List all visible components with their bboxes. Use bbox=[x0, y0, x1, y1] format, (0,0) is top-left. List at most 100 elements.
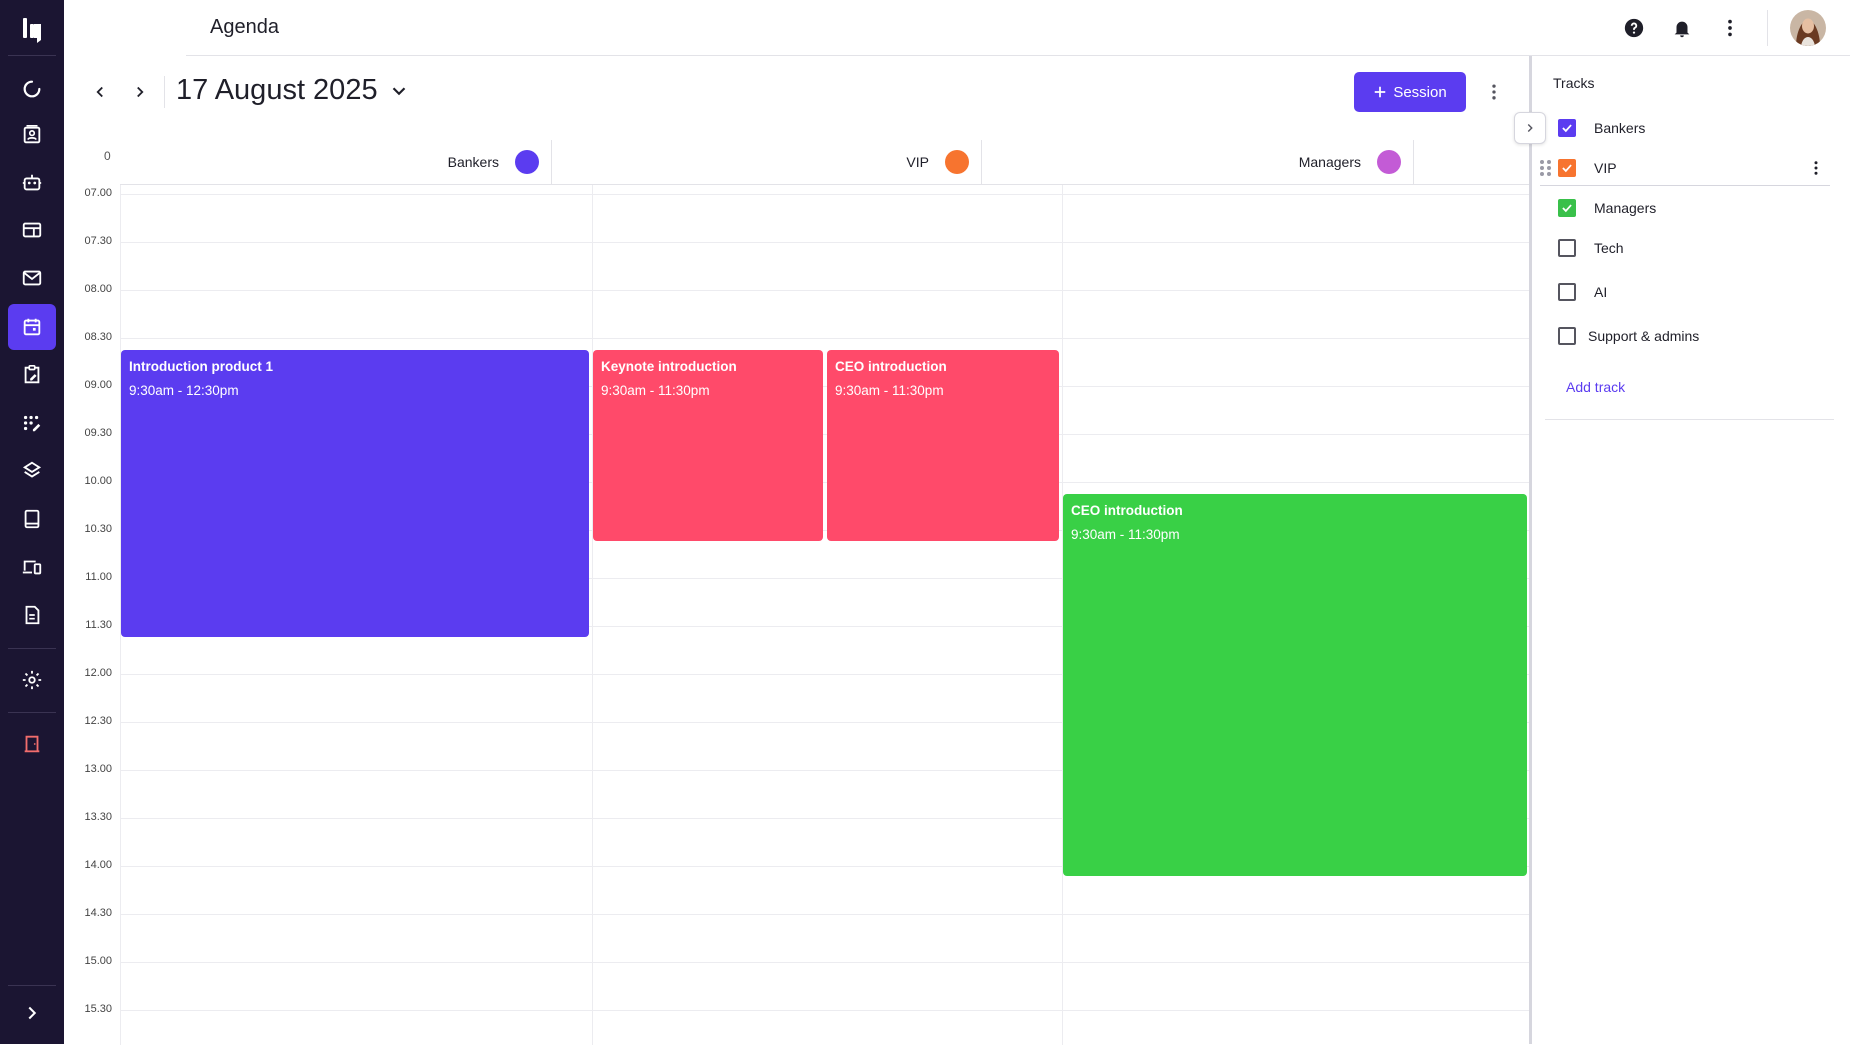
nav-item-calendar[interactable] bbox=[8, 304, 56, 350]
chevron-right-icon bbox=[28, 1006, 37, 1020]
nav-item-layers[interactable] bbox=[8, 448, 56, 494]
layers-icon bbox=[22, 461, 42, 478]
agenda-more-button[interactable] bbox=[1480, 78, 1508, 106]
nav-item-refresh[interactable] bbox=[8, 66, 56, 112]
nav-item-tablet[interactable] bbox=[8, 496, 56, 542]
track-item-managers[interactable]: Managers bbox=[1540, 190, 1830, 226]
track-item-vip[interactable]: VIP bbox=[1540, 150, 1830, 186]
sidebar-nav bbox=[0, 0, 64, 1044]
bell-icon bbox=[1674, 21, 1690, 38]
chevron-right-icon bbox=[1527, 124, 1533, 132]
time-label: 12.30 bbox=[84, 715, 112, 727]
nav-item-settings[interactable] bbox=[8, 657, 56, 703]
track-color-dot bbox=[515, 150, 539, 174]
notifications-button[interactable] bbox=[1668, 14, 1696, 42]
column-header-label: Managers bbox=[1298, 154, 1361, 170]
page-title: Agenda bbox=[210, 16, 279, 38]
event-block[interactable]: Keynote introduction 9:30am - 11:30pm bbox=[593, 350, 823, 541]
nav-item-devices[interactable] bbox=[8, 544, 56, 590]
track-more-button[interactable] bbox=[1804, 156, 1828, 180]
column-header-label: Bankers bbox=[447, 154, 499, 170]
track-label: VIP bbox=[1594, 159, 1617, 176]
zero-label: 0 bbox=[104, 149, 111, 163]
check-icon bbox=[1562, 204, 1572, 213]
track-item-tech[interactable]: Tech bbox=[1540, 230, 1830, 266]
app-logo[interactable] bbox=[16, 12, 48, 46]
help-button[interactable] bbox=[1620, 14, 1648, 42]
track-item-support-admins[interactable]: Support & admins bbox=[1540, 318, 1830, 354]
column-header-vip: VIP bbox=[552, 140, 982, 184]
calendar-icon bbox=[23, 318, 41, 336]
tracks-heading: Tracks bbox=[1553, 75, 1595, 91]
track-label: Support & admins bbox=[1588, 328, 1700, 344]
time-slot-line bbox=[120, 338, 1530, 339]
next-day-button[interactable] bbox=[126, 78, 154, 106]
help-icon bbox=[1624, 18, 1644, 38]
nav-item-document[interactable] bbox=[8, 592, 56, 638]
time-label: 13.00 bbox=[84, 763, 112, 775]
event-title: Keynote introduction bbox=[601, 359, 737, 374]
nav-item-robot[interactable] bbox=[8, 160, 56, 206]
time-label: 14.30 bbox=[84, 907, 112, 919]
nav-divider bbox=[8, 712, 56, 713]
time-label: 12.00 bbox=[84, 667, 112, 679]
user-avatar[interactable] bbox=[1790, 10, 1826, 46]
plus-icon bbox=[1375, 86, 1386, 98]
chevron-down-icon bbox=[392, 87, 406, 96]
event-block[interactable]: CEO introduction 9:30am - 11:30pm bbox=[827, 350, 1059, 541]
date-dropdown-button[interactable] bbox=[388, 80, 410, 102]
track-item-ai[interactable]: AI bbox=[1540, 274, 1830, 310]
time-slot-line bbox=[120, 290, 1530, 291]
layout-icon bbox=[22, 222, 42, 238]
nav-item-clipboard[interactable] bbox=[8, 352, 56, 398]
time-slot-line bbox=[120, 914, 1530, 915]
time-label: 08.00 bbox=[84, 283, 112, 295]
top-bar bbox=[64, 0, 1850, 56]
time-slot-line bbox=[120, 194, 1530, 195]
event-time: 9:30am - 12:30pm bbox=[129, 383, 239, 398]
toolbar-divider bbox=[164, 76, 165, 108]
add-session-button[interactable]: Session bbox=[1354, 72, 1466, 112]
track-checkbox[interactable] bbox=[1558, 239, 1576, 257]
track-checkbox[interactable] bbox=[1558, 327, 1576, 345]
track-checkbox[interactable] bbox=[1558, 119, 1576, 137]
devices-icon bbox=[22, 560, 42, 575]
previous-day-button[interactable] bbox=[86, 78, 114, 106]
check-icon bbox=[1562, 124, 1572, 133]
robot-icon bbox=[22, 174, 42, 191]
track-checkbox[interactable] bbox=[1558, 283, 1576, 301]
mail-icon bbox=[22, 270, 42, 286]
nav-item-contacts[interactable] bbox=[8, 112, 56, 158]
nav-item-exit[interactable] bbox=[8, 721, 56, 767]
nav-item-layout[interactable] bbox=[8, 207, 56, 253]
event-title: CEO introduction bbox=[1071, 503, 1183, 518]
event-title: Introduction product 1 bbox=[129, 359, 273, 374]
nav-item-grid-edit[interactable] bbox=[8, 400, 56, 446]
more-vertical-icon bbox=[1492, 84, 1496, 100]
track-checkbox[interactable] bbox=[1558, 158, 1576, 177]
date-picker-label[interactable]: 17 August 2025 bbox=[176, 74, 378, 107]
nav-expand-button[interactable] bbox=[8, 990, 56, 1036]
add-track-link[interactable]: Add track bbox=[1566, 379, 1625, 395]
event-title: CEO introduction bbox=[835, 359, 947, 374]
track-checkbox[interactable] bbox=[1558, 199, 1576, 217]
time-label: 07.30 bbox=[84, 235, 112, 247]
time-label: 15.30 bbox=[84, 1003, 112, 1015]
event-time: 9:30am - 11:30pm bbox=[835, 383, 944, 398]
time-label: 10.30 bbox=[84, 523, 112, 535]
event-time: 9:30am - 11:30pm bbox=[1071, 527, 1180, 542]
more-vertical-icon bbox=[1728, 19, 1732, 37]
contacts-icon bbox=[23, 125, 41, 144]
top-more-button[interactable] bbox=[1716, 14, 1744, 42]
event-block[interactable]: Introduction product 1 9:30am - 12:30pm bbox=[121, 350, 589, 637]
event-block[interactable]: CEO introduction 9:30am - 11:30pm bbox=[1063, 494, 1527, 876]
drag-handle-icon[interactable] bbox=[1540, 159, 1554, 176]
agenda-grid: 0 Bankers VIP Managers 07.00 07.30 08.00 08… bbox=[64, 140, 1530, 1045]
time-label: 14.00 bbox=[84, 859, 112, 871]
chevron-right-icon bbox=[137, 86, 144, 98]
track-item-bankers[interactable]: Bankers bbox=[1540, 110, 1830, 146]
track-color-dot bbox=[945, 150, 969, 174]
document-icon bbox=[25, 605, 40, 625]
track-color-dot bbox=[1377, 150, 1401, 174]
nav-item-mail[interactable] bbox=[8, 255, 56, 301]
